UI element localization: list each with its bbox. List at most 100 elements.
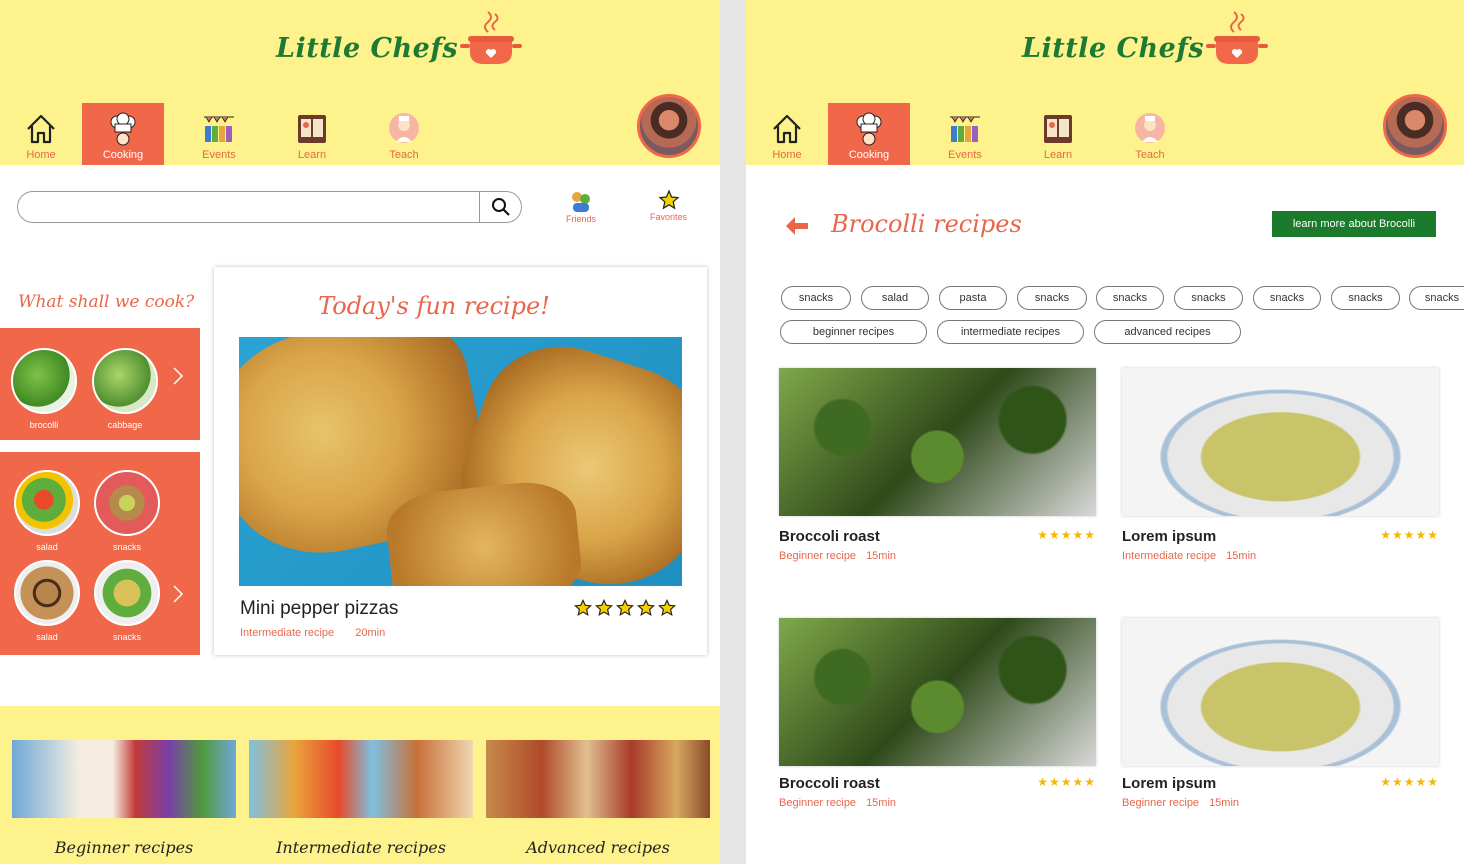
page-title: Brocolli recipes (831, 210, 1022, 238)
nav-label: Cooking (848, 149, 890, 161)
recipe-image (779, 368, 1096, 516)
header: Little Chefs Home Cooking Events Learn T… (0, 0, 720, 165)
nav-label: Home (26, 149, 56, 161)
beginner-recipes-card[interactable]: Beginner recipes (12, 740, 236, 857)
recipe-time: 15min (866, 550, 897, 562)
rating-stars: ★★★★★ (1037, 775, 1096, 789)
search-bar[interactable] (17, 191, 522, 223)
teacher-icon (1135, 113, 1165, 143)
nav-label: Events (948, 149, 982, 161)
dish-panel: salad snacks salad snacks (0, 452, 200, 655)
chevron-right-icon[interactable] (172, 584, 184, 604)
level-label: Advanced recipes (526, 838, 670, 857)
level-label: Beginner recipes (54, 838, 194, 857)
category-label: brocolli (29, 420, 59, 430)
star-icon (658, 189, 679, 210)
advanced-recipes-card[interactable]: Advanced recipes (486, 740, 710, 857)
learn-more-button[interactable]: learn more about Brocolli (1272, 211, 1436, 237)
category-salad[interactable]: salad (14, 470, 80, 552)
filter-chip[interactable]: snacks (1017, 286, 1087, 310)
recipe-time: 15min (1226, 550, 1257, 562)
beginner-image (12, 740, 236, 818)
nav-events[interactable]: Events (164, 103, 274, 165)
logo[interactable]: Little Chefs (1022, 8, 1269, 68)
nav-cooking[interactable]: Cooking (82, 103, 164, 165)
recipe-level: Beginner recipe (779, 797, 857, 809)
recipe-card[interactable]: Broccoli roast ★★★★★ Beginner recipe 15mi… (779, 368, 1096, 562)
category-label: snacks (112, 542, 141, 552)
nav-events[interactable]: Events (910, 103, 1020, 165)
avatar[interactable] (1383, 94, 1447, 158)
recipe-card[interactable]: Lorem ipsum ★★★★★ Intermediate recipe 15m… (1122, 368, 1439, 562)
nav-cooking[interactable]: Cooking (828, 103, 910, 165)
back-arrow-icon[interactable] (784, 215, 810, 237)
favorites-label: Favorites (650, 212, 688, 222)
nav-home[interactable]: Home (746, 103, 828, 165)
category-cabbage[interactable]: cabbage (92, 348, 158, 430)
snacks-image (94, 470, 160, 536)
star-icon (616, 599, 634, 617)
recipe-time: 15min (866, 797, 897, 809)
what-to-cook-heading: What shall we cook? (18, 292, 195, 312)
filter-chip[interactable]: snacks (781, 286, 851, 310)
filter-chip[interactable]: pasta (939, 286, 1007, 310)
book-icon (298, 115, 326, 143)
snacks-image (94, 560, 160, 626)
search-input[interactable] (30, 196, 470, 218)
level-label: Intermediate recipes (276, 838, 446, 857)
filter-chip[interactable]: beginner recipes (780, 320, 927, 344)
intermediate-recipes-card[interactable]: Intermediate recipes (249, 740, 473, 857)
logo[interactable]: Little Chefs (276, 8, 523, 68)
events-icon (204, 116, 234, 142)
recipe-meta: Beginner recipe 15min (1122, 797, 1239, 809)
nav-teach[interactable]: Teach (1096, 103, 1204, 165)
avatar[interactable] (637, 94, 701, 158)
category-snacks[interactable]: snacks (94, 470, 160, 552)
rating-stars: ★★★★★ (1037, 528, 1096, 542)
recipe-name[interactable]: Mini pepper pizzas (240, 598, 398, 620)
filter-chip[interactable]: intermediate recipes (937, 320, 1084, 344)
filter-chip[interactable]: snacks (1174, 286, 1243, 310)
filter-chip[interactable]: salad (861, 286, 929, 310)
recipe-name: Broccoli roast (779, 775, 880, 792)
recipe-photo[interactable] (239, 337, 682, 586)
recipe-image (779, 618, 1096, 766)
nav-home[interactable]: Home (0, 103, 82, 165)
filter-chip[interactable]: snacks (1409, 286, 1464, 310)
main-nav: Home Cooking Events Learn Teach (746, 103, 1204, 165)
friends-button[interactable]: Friends (566, 188, 596, 224)
nav-teach[interactable]: Teach (350, 103, 458, 165)
cooking-pot-icon (460, 11, 523, 64)
teacher-icon (389, 113, 419, 143)
search-button[interactable] (479, 192, 521, 222)
filter-chip[interactable]: advanced recipes (1094, 320, 1241, 344)
advanced-image (486, 740, 710, 818)
filter-chip[interactable]: snacks (1331, 286, 1400, 310)
recipe-image (1122, 618, 1439, 766)
nav-learn[interactable]: Learn (274, 103, 350, 165)
category-snacks[interactable]: snacks (94, 560, 160, 642)
nav-label: Events (202, 149, 236, 161)
book-icon (1044, 115, 1072, 143)
search-icon (491, 198, 510, 216)
nav-learn[interactable]: Learn (1020, 103, 1096, 165)
cookies-image (14, 560, 80, 626)
filter-chip[interactable]: snacks (1253, 286, 1321, 310)
chevron-right-icon[interactable] (172, 366, 184, 386)
category-salad[interactable]: salad (14, 560, 80, 642)
nav-label: Learn (297, 149, 327, 161)
filter-chip[interactable]: snacks (1096, 286, 1164, 310)
rating-stars: ★★★★★ (1380, 528, 1439, 542)
logo-text: Little Chefs (276, 33, 459, 64)
recipe-card[interactable]: Lorem ipsum ★★★★★ Beginner recipe 15min (1122, 618, 1439, 809)
rating-stars (574, 599, 676, 617)
star-icon (658, 599, 676, 617)
chef-hat-icon (110, 112, 136, 146)
recipe-level: Beginner recipe (779, 550, 857, 562)
recipe-meta: Intermediate recipe 20min (240, 627, 385, 639)
recipe-name: Lorem ipsum (1122, 775, 1217, 792)
favorites-button[interactable]: Favorites (650, 188, 687, 222)
recipe-time: 15min (1209, 797, 1240, 809)
recipe-card[interactable]: Broccoli roast ★★★★★ Beginner recipe 15mi… (779, 618, 1096, 809)
category-brocolli[interactable]: brocolli (11, 348, 77, 430)
